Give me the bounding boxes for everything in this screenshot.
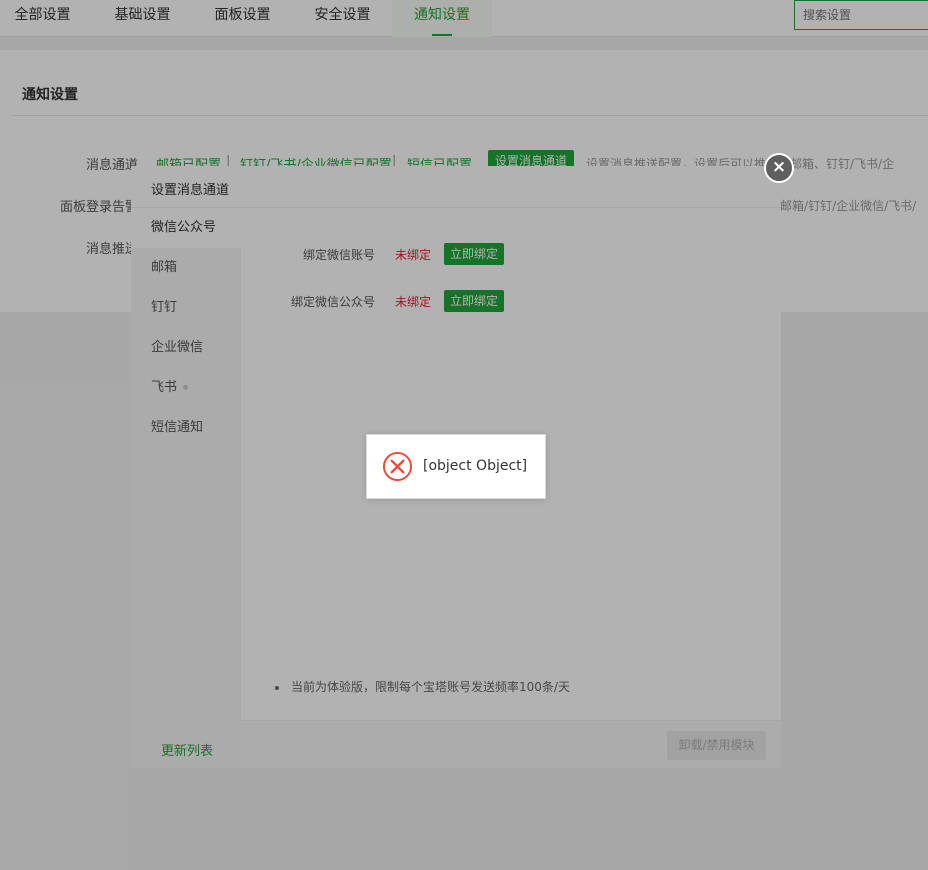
error-toast: [object Object]: [366, 434, 546, 499]
close-icon[interactable]: ×: [764, 153, 794, 183]
toast-message: [object Object]: [423, 458, 528, 474]
error-circle-icon: [382, 451, 413, 482]
